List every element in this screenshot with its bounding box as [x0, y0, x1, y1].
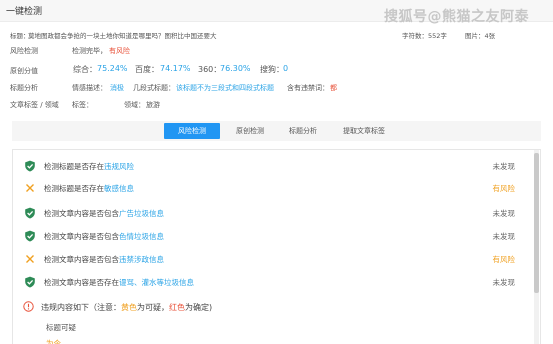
tab-bar: 风险检测 原创检测 标题分析 提取文章标签: [12, 121, 541, 141]
suspicious-title-label: 标题可疑: [46, 323, 76, 332]
word-count: 字符数：552字: [402, 32, 447, 40]
watermark-text: 搜狐号@熊猫之友阿泰: [384, 9, 529, 25]
check-keyword[interactable]: 谩骂、灌水等垃圾信息: [119, 278, 194, 287]
image-count: 图片：4张: [465, 32, 496, 40]
check-item: 检测文章内容是否包含广告垃圾信息 未发现: [13, 202, 533, 224]
check-item: 检测文章内容是否包含色情垃圾信息 未发现: [13, 225, 533, 247]
tab-original-detection[interactable]: 原创检测: [222, 123, 278, 139]
title-label: 标题：: [10, 32, 30, 40]
check-text: 检测标题是否存在违规风险: [44, 161, 134, 172]
risk-detection-row: 风险检测 检测完毕， 有风险: [10, 44, 545, 58]
score-value-360: 76.30%: [220, 64, 251, 73]
sensitive-label: 含有违禁词：: [287, 84, 329, 92]
tag-field-row: 文章标签 / 领域 标签： 领域： 旅游: [10, 98, 545, 112]
check-keyword[interactable]: 违禁涉政信息: [119, 255, 164, 264]
warning-cross-icon: [26, 255, 34, 263]
shield-check-icon: [25, 230, 35, 242]
check-prefix: 检测文章内容是否包含: [44, 255, 119, 264]
check-text: 检测文章内容是否包含色情垃圾信息: [44, 231, 164, 242]
emotion-value[interactable]: 消极: [110, 83, 124, 93]
note-middle: 为可疑，: [137, 303, 169, 312]
tab-title-analysis[interactable]: 标题分析: [275, 123, 331, 139]
tab-extract-tags[interactable]: 提取文章标签: [330, 123, 398, 139]
score-value-overall: 75.24%: [97, 64, 128, 73]
risk-highlight: 有风险: [109, 47, 130, 55]
risk-value: 检测完毕，: [72, 47, 107, 55]
original-score-row: 原创分值 综合： 75.24% 百度： 74.17% 360： 76.30% 搜…: [10, 64, 545, 78]
field-value: 旅游: [146, 101, 160, 109]
score-label-baidu: 百度：: [135, 65, 159, 74]
check-item: 检测标题是否存在违规风险 未发现: [13, 155, 533, 177]
check-status: 未发现: [492, 209, 516, 218]
title-analysis-label: 标题分析: [10, 84, 38, 92]
check-status: 未发现: [492, 278, 516, 287]
risk-results-panel: 检测标题是否存在违规风险 未发现 检测标题是否存在敏感信息 有风险 检测文章内容…: [12, 149, 541, 344]
check-prefix: 检测文章内容是否包含: [44, 209, 119, 218]
title-analysis-row: 标题分析 情感描述： 消极 几段式标题： 该标题不为三段式和四段式标题 含有违禁…: [10, 81, 545, 95]
check-status: 未发现: [492, 162, 516, 171]
check-keyword[interactable]: 广告垃圾信息: [119, 209, 164, 218]
shield-check-icon: [25, 276, 35, 288]
check-keyword[interactable]: 色情垃圾信息: [119, 232, 164, 241]
scrollbar-thumb[interactable]: [534, 153, 539, 293]
check-status: 有风险: [492, 255, 516, 264]
score-label-360: 360：: [198, 65, 222, 74]
violation-note-text: 违规内容如下（注意：黄色为可疑，红色为确定): [41, 302, 212, 313]
check-item: 检测文章内容是否存在谩骂、灌水等垃圾信息 未发现: [13, 271, 533, 293]
check-text: 检测文章内容是否存在谩骂、灌水等垃圾信息: [44, 277, 194, 288]
title-value: 莫地图政都会争抢的一块土地你知道是哪里吗？图积比中国还要大: [28, 32, 217, 40]
sensitive-value: 都: [330, 84, 337, 92]
check-status: 未发现: [492, 232, 516, 241]
warning-cross-icon: [26, 184, 34, 192]
score-value-baidu: 74.17%: [160, 64, 191, 73]
check-item: 检测标题是否存在敏感信息 有风险: [13, 177, 533, 199]
window-title: 一键检测: [6, 7, 43, 17]
structure-label: 几段式标题：: [133, 84, 175, 92]
field-label: 领域：: [124, 101, 145, 109]
tag-value-label: 标签：: [72, 101, 93, 109]
shield-check-icon: [25, 207, 35, 219]
score-value-sogou: 0: [283, 64, 289, 73]
check-text: 检测文章内容是否包含广告垃圾信息: [44, 208, 164, 219]
check-prefix: 检测文章内容是否包含: [44, 232, 119, 241]
check-prefix: 检测文章内容是否存在: [44, 278, 119, 287]
tab-risk-detection[interactable]: 风险检测: [164, 123, 220, 139]
tag-field-label: 文章标签 / 领域: [10, 101, 59, 109]
score-label-overall: 综合：: [73, 65, 97, 74]
check-prefix: 检测标题是否存在: [44, 184, 104, 193]
check-keyword[interactable]: 敏感信息: [104, 184, 134, 193]
suspicious-item: 为今: [46, 339, 61, 344]
note-yellow: 黄色: [121, 303, 137, 312]
check-keyword[interactable]: 违规风险: [104, 162, 134, 171]
note-prefix: 违规内容如下（注意：: [41, 303, 121, 312]
check-prefix: 检测标题是否存在: [44, 162, 104, 171]
shield-check-icon: [25, 160, 35, 172]
note-red: 红色: [169, 303, 185, 312]
emotion-label: 情感描述：: [72, 84, 107, 92]
risk-label: 风险检测: [10, 47, 38, 55]
check-item: 检测文章内容是否包含违禁涉政信息 有风险: [13, 248, 533, 270]
check-text: 检测标题是否存在敏感信息: [44, 183, 134, 194]
note-suffix: 为确定): [185, 303, 213, 312]
check-status: 有风险: [492, 184, 516, 193]
structure-value[interactable]: 该标题不为三段式和四段式标题: [176, 83, 274, 93]
alert-circle-icon: [23, 301, 34, 312]
article-info-row: 标题： 莫地图政都会争抢的一块土地你知道是哪里吗？图积比中国还要大 字符数：55…: [10, 30, 545, 42]
original-label: 原创分值: [10, 67, 38, 75]
score-label-sogou: 搜狗：: [260, 65, 284, 74]
check-text: 检测文章内容是否包含违禁涉政信息: [44, 254, 164, 265]
